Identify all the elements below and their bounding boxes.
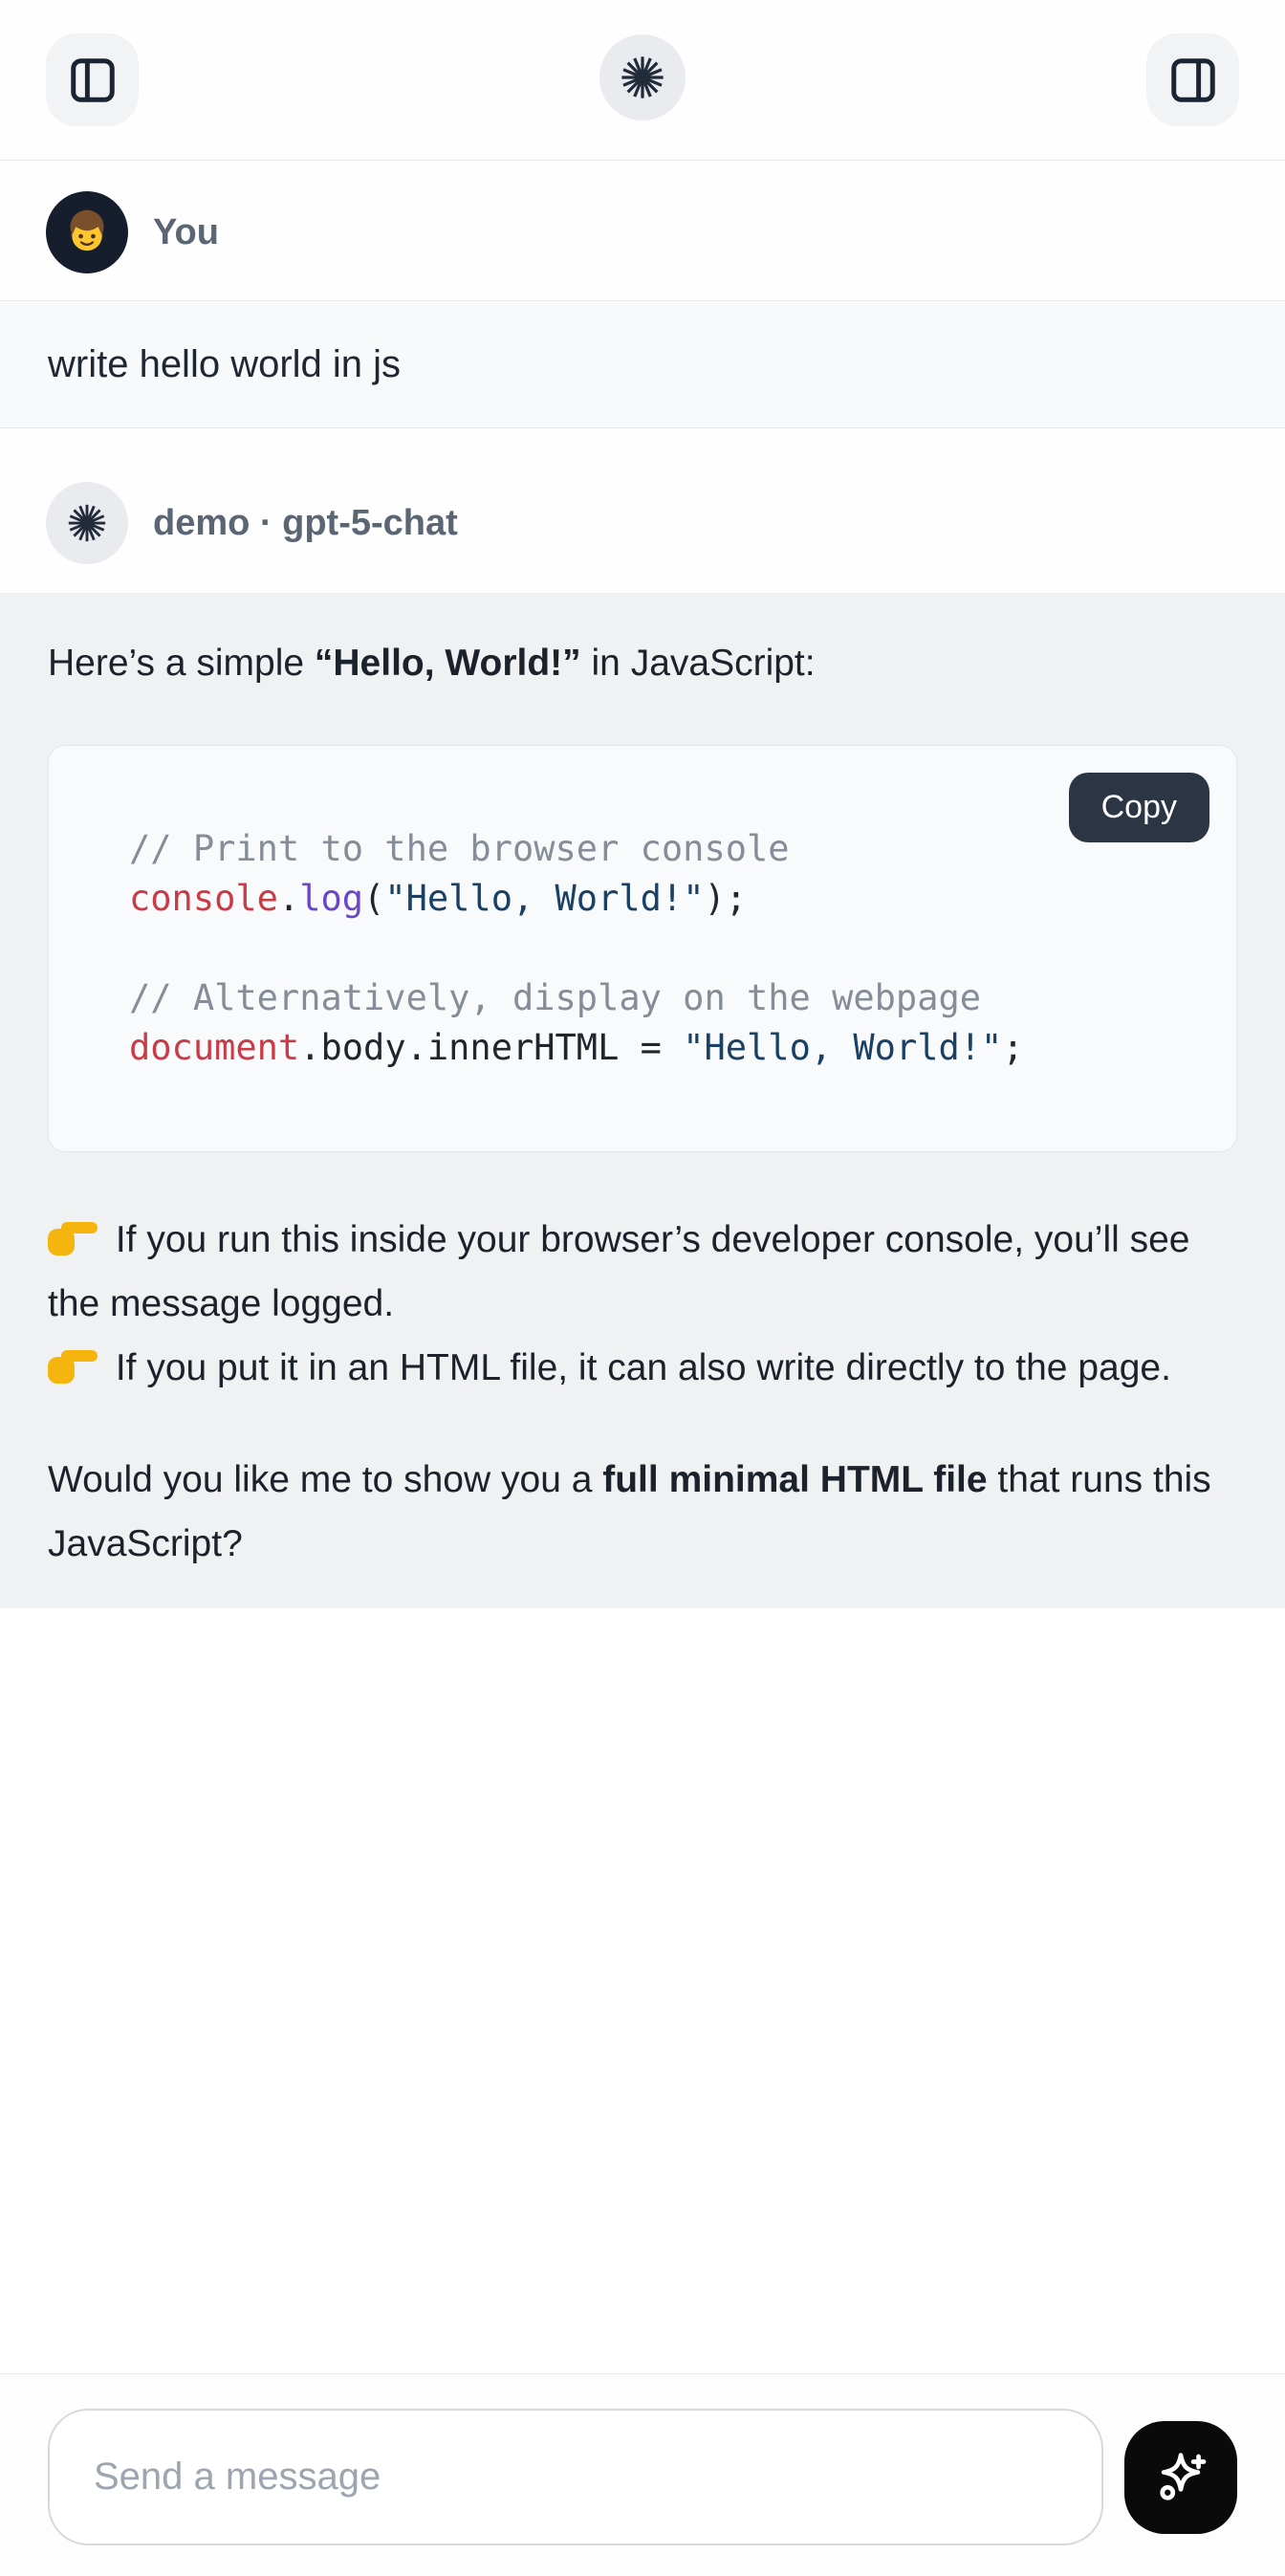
assistant-intro-text: Here’s a simple “Hello, World!” in JavaS… [48,631,1237,695]
code-line: // Print to the browser console [129,824,1198,874]
code-line: document.body.innerHTML = "Hello, World!… [129,1023,1198,1073]
code-line [129,924,1198,973]
starburst-icon [65,501,109,545]
top-bar [0,0,1285,161]
code-block: Copy // Print to the browser consolecons… [48,745,1237,1152]
assistant-message: demo · gpt-5-chat Here’s a simple “Hello… [0,428,1285,1608]
assistant-closing-text: Would you like me to show you a full min… [48,1448,1237,1576]
code-line: console.log("Hello, World!"); [129,874,1198,924]
panel-right-icon [1167,55,1219,106]
assistant-message-header: demo · gpt-5-chat [0,428,1285,593]
assistant-message-body: Here’s a simple “Hello, World!” in JavaS… [0,593,1285,1608]
panel-left-icon [67,55,119,106]
composer-bar [0,2373,1285,2576]
user-message-header: You [0,161,1285,300]
send-button[interactable] [1124,2421,1237,2534]
user-message-text: write hello world in js [0,300,1285,428]
starburst-icon [618,53,667,102]
toggle-right-sidebar-button[interactable] [1146,33,1239,126]
sparkle-plus-icon [1149,2446,1212,2509]
message-input[interactable] [48,2409,1103,2545]
user-avatar [46,191,128,273]
user-sender-label: You [153,212,219,253]
assistant-avatar [46,482,128,564]
model-badge [599,34,686,120]
assistant-tips-text: 👉 If you run this inside your browser’s … [48,1208,1237,1400]
person-emoji-icon [60,206,114,259]
assistant-sender-label: demo · gpt-5-chat [153,503,458,544]
user-message: You write hello world in js [0,161,1285,428]
copy-code-button[interactable]: Copy [1069,773,1209,842]
code-line: // Alternatively, display on the webpage [129,973,1198,1023]
toggle-left-sidebar-button[interactable] [46,33,139,126]
code-content: // Print to the browser consoleconsole.l… [129,824,1198,1073]
